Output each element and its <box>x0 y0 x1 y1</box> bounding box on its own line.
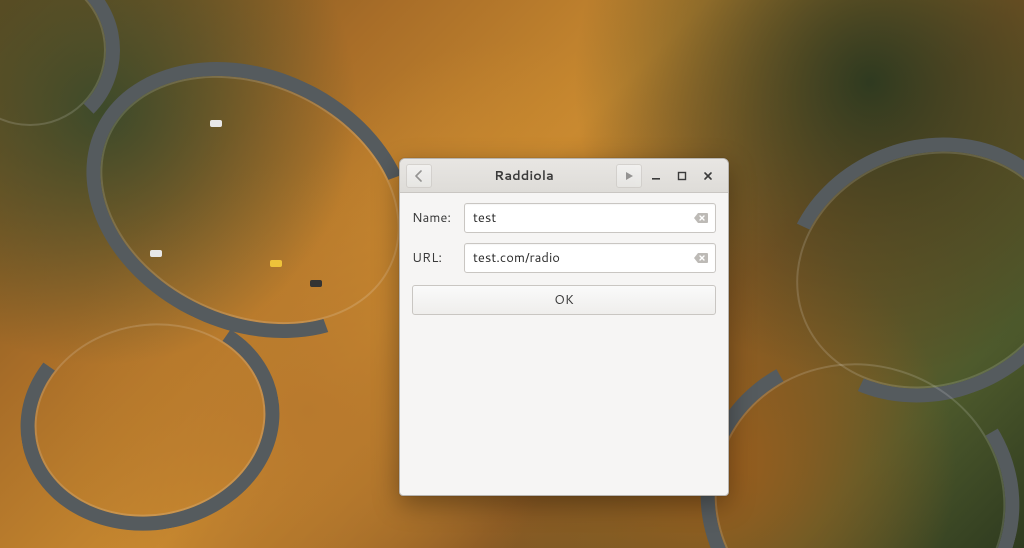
back-button[interactable] <box>406 164 432 188</box>
url-input-wrapper[interactable] <box>464 243 716 273</box>
name-input[interactable] <box>473 209 707 227</box>
play-button[interactable] <box>616 164 642 188</box>
window-controls <box>646 168 722 184</box>
wallpaper-decoration <box>270 260 282 267</box>
titlebar[interactable]: Raddiola <box>400 159 728 193</box>
minimize-button[interactable] <box>648 168 664 184</box>
maximize-button[interactable] <box>674 168 690 184</box>
window-content: Name: URL: OK <box>400 193 728 495</box>
wallpaper-decoration <box>150 250 162 257</box>
desktop-wallpaper: Raddiola Name: <box>0 0 1024 548</box>
chevron-left-icon <box>413 170 425 182</box>
clear-input-icon[interactable] <box>693 251 709 265</box>
clear-input-icon[interactable] <box>693 211 709 225</box>
url-row: URL: <box>412 243 716 273</box>
url-label: URL: <box>412 249 456 267</box>
name-input-wrapper[interactable] <box>464 203 716 233</box>
close-icon <box>703 171 713 181</box>
window-title: Raddiola <box>436 167 612 185</box>
name-row: Name: <box>412 203 716 233</box>
app-window: Raddiola Name: <box>399 158 729 496</box>
ok-button-label: OK <box>554 291 574 309</box>
url-input[interactable] <box>473 249 707 267</box>
minimize-icon <box>651 171 661 181</box>
name-label: Name: <box>412 209 456 227</box>
close-button[interactable] <box>700 168 716 184</box>
wallpaper-decoration <box>210 120 222 127</box>
maximize-icon <box>677 171 687 181</box>
play-icon <box>624 171 634 181</box>
ok-button[interactable]: OK <box>412 285 716 315</box>
wallpaper-decoration <box>310 280 322 287</box>
